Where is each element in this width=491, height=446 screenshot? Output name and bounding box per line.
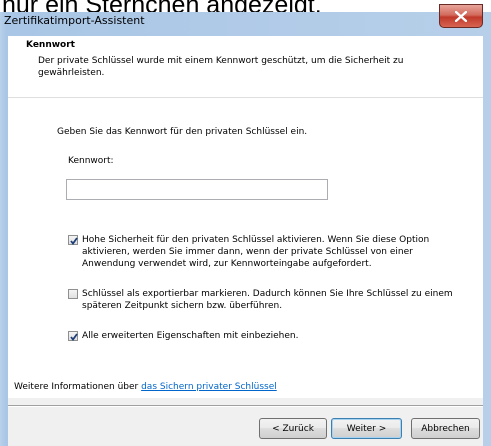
window-title: Zertifikatimport-Assistent bbox=[4, 14, 145, 27]
checkmark-icon bbox=[70, 333, 78, 341]
password-label: Kennwort: bbox=[68, 156, 114, 166]
cancel-button[interactable]: Abbrechen bbox=[411, 418, 480, 439]
more-info-link[interactable]: das Sichern privater Schlüssel bbox=[141, 382, 277, 392]
extended-properties-label: Alle erweiterten Eigenschaften mit einbe… bbox=[82, 331, 299, 341]
wizard-header: Kennwort Der private Schlüssel wurde mit… bbox=[8, 36, 483, 98]
wizard-body: Geben Sie das Kennwort für den privaten … bbox=[8, 98, 483, 398]
more-info-prefix: Weitere Informationen über bbox=[14, 382, 142, 392]
page-description: Der private Schlüssel wurde mit einem Ke… bbox=[38, 56, 404, 78]
page-title: Kennwort bbox=[26, 40, 75, 50]
next-button[interactable]: Weiter > bbox=[331, 418, 402, 439]
close-icon bbox=[455, 10, 467, 22]
close-button[interactable] bbox=[439, 4, 483, 28]
password-prompt: Geben Sie das Kennwort für den privaten … bbox=[57, 127, 308, 137]
footer-separator bbox=[8, 405, 483, 407]
checkmark-icon bbox=[70, 237, 78, 245]
dialog-client-area: Kennwort Der private Schlüssel wurde mit… bbox=[8, 36, 483, 446]
page: nur ein Sternchen angezeigt. Zertifikati… bbox=[0, 0, 491, 446]
extended-properties-checkbox[interactable] bbox=[68, 331, 78, 341]
exportable-label: Schlüssel als exportierbar markieren. Da… bbox=[82, 289, 453, 311]
dialog-window: Zertifikatimport-Assistent Kennwort Der … bbox=[0, 4, 491, 446]
more-info-text: Weitere Informationen über das Sichern p… bbox=[14, 382, 277, 392]
exportable-checkbox[interactable] bbox=[68, 289, 78, 299]
high-security-label: Hohe Sicherheit für den privaten Schlüss… bbox=[82, 235, 430, 269]
back-button[interactable]: < Zurück bbox=[259, 418, 327, 439]
high-security-checkbox[interactable] bbox=[68, 235, 78, 245]
password-field[interactable] bbox=[66, 179, 328, 200]
